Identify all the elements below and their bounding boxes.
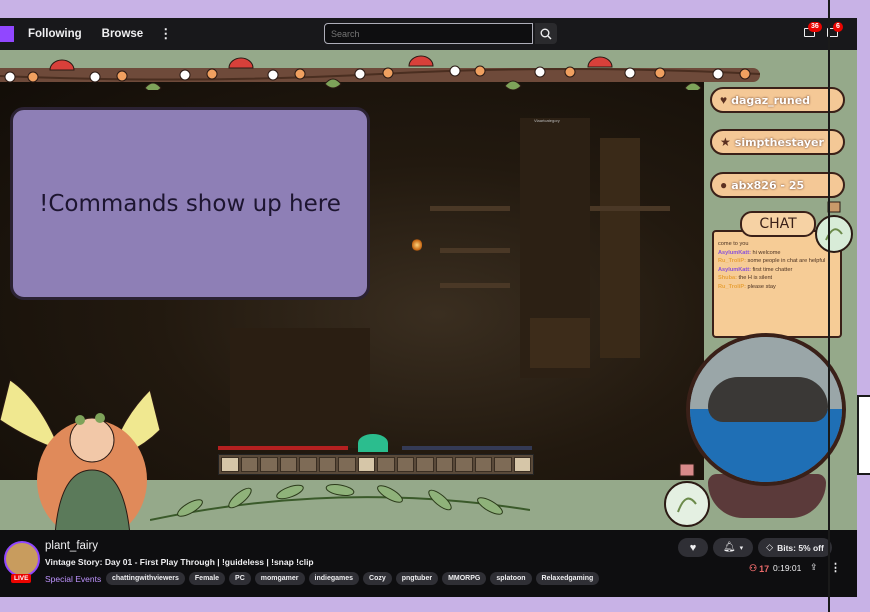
torch [412,238,422,252]
commands-text: !Commands show up here [39,190,341,217]
following-link[interactable]: Following [28,28,82,40]
browse-link[interactable]: Browse [102,28,144,40]
channel-avatar[interactable] [4,541,40,577]
latest-bits: ● abx826 - 25 [710,172,845,198]
health-bar [218,446,348,450]
tag[interactable]: chattingwithviewers [106,572,185,585]
share-icon[interactable]: ⇪ [810,562,818,573]
latest-subscriber: ★ simpthestayer [710,129,845,155]
follow-button[interactable]: ♥ [678,538,708,557]
channel-name[interactable]: plant_fairy [45,540,98,552]
tag[interactable]: indiegames [308,572,360,585]
stream-tags: chattingwithviewers Female PC momgamer i… [106,572,600,585]
stream-title: Vintage Story: Day 01 - First Play Throu… [45,557,314,567]
top-nav: Following Browse ⋮ 36 6 [0,18,857,50]
chat-header: CHAT [740,211,816,237]
tag[interactable]: MMORPG [442,572,487,585]
potion-bottle-icon [664,463,710,527]
chat-message: Shuba: the H is silent [718,275,773,282]
stream-uptime: 0:19:01 [773,563,802,573]
tag[interactable]: PC [229,572,251,585]
fairy-avatar [0,379,160,530]
hunger-bar [402,446,532,450]
mushroom-garland [0,55,760,90]
chevron-down-icon: ▾ [739,544,744,552]
tag[interactable]: splatoon [490,572,532,585]
bits-button[interactable]: ◇ Bits: 5% off [758,538,832,557]
bits-icon: ◇ [766,542,774,552]
person-icon: ⚇ [749,563,758,573]
tag[interactable]: momgamer [254,572,305,585]
video-player[interactable]: Vlaartcategory !Commands show up here ♥ … [0,50,857,530]
heart-icon: ♥ [689,541,697,554]
chat-message: AsylumKatt: first time chatter [718,266,793,273]
sleeping-cat [708,377,828,422]
tag[interactable]: pngtuber [395,572,439,585]
search-input[interactable] [324,23,533,44]
tag[interactable]: Relaxedgaming [535,572,600,585]
star-icon: ★ [720,135,731,149]
leaf-branch [150,484,530,521]
bell-icon: 🔔︎ [722,542,736,553]
notifications-badge: 36 [808,22,822,32]
search-button[interactable] [535,23,557,44]
tag[interactable]: Cozy [363,572,392,585]
latest-follower: ♥ dagaz_runed [710,87,845,113]
commands-panel: !Commands show up here [10,107,370,300]
live-badge: LIVE [11,574,32,583]
background-window-peek [857,395,870,475]
chat-message: Ru_TroliP: some people in chat are helpf… [718,258,826,265]
chat-message: Ru_TroliP: please stay [718,283,776,290]
stream-category[interactable]: Special Events [45,574,101,584]
stream-info-bar: LIVE plant_fairy Vintage Story: Day 01 -… [0,530,857,597]
player-nameplate: Vlaartcategory [534,118,560,123]
temporal-gear-icon [358,434,388,452]
twitch-logo-icon[interactable] [0,26,14,42]
search-bar [324,23,557,44]
more-menu-icon[interactable]: ⋮ [159,26,172,42]
notification-bell-button[interactable]: 🔔︎ ▾ [713,538,753,557]
desktop-edge [828,0,870,612]
heart-icon: ♥ [720,93,728,107]
search-icon [540,28,552,39]
viewer-count: ⚇ 17 [749,563,770,574]
bits-dot-icon: ● [720,178,728,192]
tag[interactable]: Female [188,572,226,585]
